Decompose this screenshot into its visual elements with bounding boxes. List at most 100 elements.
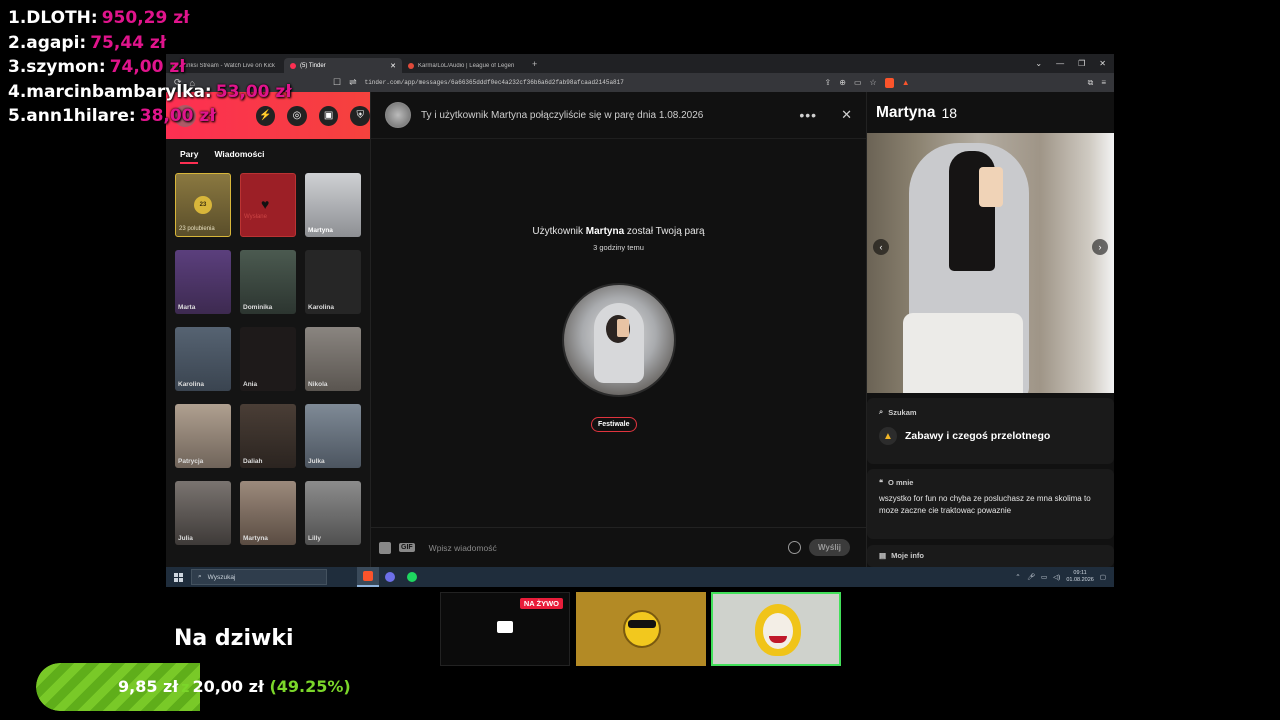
donor-name: 2.agapi: [8,32,87,53]
brave-rewards-icon[interactable]: ▲ [902,78,910,87]
match-card[interactable]: Martyna [240,481,296,545]
about-text: wszystko for fun no chyba ze posluchasz … [879,494,1091,515]
my-info-card: ▤ Moje info [867,545,1114,567]
quote-icon: ❝ [879,478,884,487]
chevron-right-icon[interactable]: › [1092,239,1108,255]
donor-name: 1.DLOTH: [8,8,98,28]
network-icon[interactable]: ▭ [1041,573,1047,581]
minimize-icon[interactable]: — [1056,59,1064,68]
notifications-icon[interactable]: ▢ [1100,573,1106,581]
match-card[interactable]: Nikola [305,327,361,391]
donation-goal-bar: 9,85 zł z 20,00 zł (49.25%) [36,663,368,711]
tab-matches[interactable]: Pary [180,149,199,164]
leaderboard-row: 5.ann1hilare: 38,00 zł [8,104,292,129]
shield-icon[interactable]: ⛨ [350,105,370,126]
microphone-icon[interactable]: 🎤︎ [1027,573,1035,581]
looking-for-card: ⌕ Szukam ▲ Zabawy i czegoś przelotnego [867,398,1114,464]
gif-icon[interactable]: GIF [399,543,415,552]
bookmark-icon[interactable]: ☐ [333,77,341,88]
match-name: Dominika [243,304,273,311]
close-tab-icon[interactable]: ✕ [390,62,396,70]
match-card[interactable]: Julia [175,481,231,545]
match-name: Julka [308,458,325,465]
restore-icon[interactable]: ❐ [1078,59,1085,68]
message-input[interactable]: Wpisz wiadomość [423,543,780,553]
match-name: Martyna [243,535,268,542]
tab-label: (5) Tinder [300,62,326,69]
match-card[interactable]: Julka [305,404,361,468]
match-card[interactable]: Ania [240,327,296,391]
donation-amount: 74,00 zł [109,57,186,77]
match-notice: Użytkownik Martyna został Twoją parą 3 g… [371,225,866,252]
windows-start-icon[interactable] [174,572,183,582]
goal-progress-text: 9,85 zł z 20,00 zł (49.25%) [118,677,351,696]
tab-messages[interactable]: Wiadomości [214,149,264,164]
match-name: Martyna [308,227,333,234]
goal-target: 20,00 zł [192,677,264,696]
url-field[interactable]: tinder.com/app/messages/6a66365dddf0ec4a… [365,79,817,86]
more-options-icon[interactable]: ••• [799,107,817,123]
star-icon[interactable]: ☆ [870,78,877,87]
match-photo[interactable] [562,283,676,397]
emoji-icon[interactable] [788,541,802,554]
brave-shields-icon[interactable] [884,77,894,88]
match-card[interactable]: Patrycja [175,404,231,468]
chevron-down-icon[interactable]: ⌄ [1035,59,1042,68]
send-button[interactable]: Wyślij [809,539,850,556]
match-card[interactable]: Karolina [175,327,231,391]
volume-icon[interactable]: ◁) [1053,573,1060,581]
match-name: Patrycja [178,458,204,465]
new-tab-icon[interactable]: + [526,59,543,69]
match-card[interactable]: Marta [175,250,231,314]
match-name: Daliah [243,458,263,465]
system-tray: ⌃ 🎤︎ ▭ ◁) 09:11 01.08.2026 ▢ [1015,570,1114,584]
close-window-icon[interactable]: ✕ [1099,59,1106,68]
clock[interactable]: 09:11 01.08.2026 [1066,570,1094,584]
match-title: Użytkownik Martyna został Twoją parą [532,226,705,237]
menu-icon[interactable]: ≡ [1101,78,1106,87]
taskbar-search[interactable]: ⌕ Wyszukaj [191,569,327,585]
league-favicon-icon [408,62,414,69]
donation-leaderboard: 1.DLOTH: 950,29 zł 2.agapi: 75,44 zł 3.szy… [8,6,292,129]
taskbar-discord[interactable] [379,567,401,587]
briefcase-icon[interactable]: ▣ [318,105,339,126]
match-card[interactable]: Karolina [305,250,361,314]
profile-photo[interactable]: ‹ › [867,133,1114,393]
match-card[interactable]: Dominika [240,250,296,314]
match-card[interactable]: Daliah [240,404,296,468]
cast-icon[interactable]: ▭ [854,78,862,87]
match-name: Ania [243,381,258,388]
profile-name: Martyna [876,103,936,121]
goal-percent: (49.25%) [269,677,351,696]
chevron-left-icon[interactable]: ‹ [873,239,889,255]
match-card[interactable]: Martyna [305,173,361,237]
sticker-icon[interactable] [379,541,391,554]
zoom-icon[interactable]: ⊕ [839,78,846,87]
looking-for-title: ⌕ Szukam [879,407,917,417]
match-name: Marta [178,304,196,311]
extensions-icon[interactable]: ⧉ [1088,78,1094,88]
looking-for-value: ▲ Zabawy i czegoś przelotnego [879,427,1102,445]
donation-amount: 38,00 zł [139,106,216,126]
profile-age: 18 [941,104,958,121]
chevron-up-icon[interactable]: ⌃ [1015,573,1020,581]
donor-name: 4.marcinbambarylka: [8,81,212,102]
live-preview-thumbnail: NA ŻYWO [440,592,570,666]
site-info-icon[interactable]: ⇌ [349,77,357,88]
taskbar-brave[interactable] [357,567,379,587]
share-icon[interactable]: ⇪ [825,78,832,87]
tab-tinder[interactable]: (5) Tinder ✕ [284,58,402,73]
about-title: ❝ O mnie [879,478,914,487]
match-avatar[interactable] [385,102,411,128]
live-badge: NA ŻYWO [519,598,563,609]
spotify-icon [407,572,417,582]
clock-date: 01.08.2026 [1066,577,1094,583]
close-icon[interactable]: ✕ [841,107,852,123]
likes-card[interactable]: 23 23 polubienia [175,173,231,237]
sent-likes-card[interactable]: ♥ Wysłane [240,173,296,237]
chat-pane: Ty i użytkownik Martyna połączyliście si… [370,92,866,567]
taskbar-spotify[interactable] [401,567,423,587]
match-card[interactable]: Lilly [305,481,361,545]
tab-league[interactable]: Karma/LoL/Audio | League of Legends [402,58,526,73]
tab-bar: Kinksi Stream - Watch Live on Kick (5) T… [166,54,1114,73]
